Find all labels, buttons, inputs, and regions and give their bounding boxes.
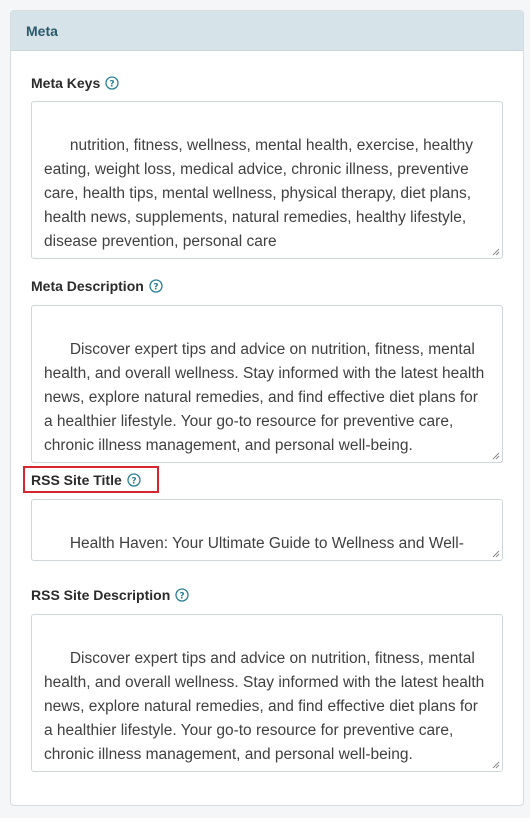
rss-site-description-value: Discover expert tips and advice on nutri…: [44, 650, 489, 763]
svg-text:?: ?: [180, 591, 185, 601]
meta-description-value: Discover expert tips and advice on nutri…: [44, 341, 489, 454]
rss-site-description-textarea[interactable]: Discover expert tips and advice on nutri…: [31, 614, 503, 772]
rss-site-description-label: RSS Site Description: [31, 587, 171, 603]
highlight-box: [23, 466, 159, 493]
question-circle-icon[interactable]: ?: [105, 76, 119, 90]
panel-header: Meta: [11, 11, 523, 51]
svg-text:?: ?: [153, 282, 158, 292]
meta-description-field: Meta Description ? Discover expert tips …: [31, 276, 503, 463]
svg-text:?: ?: [110, 79, 115, 89]
rss-site-description-field: RSS Site Description ? Discover expert t…: [31, 585, 503, 772]
meta-keys-label: Meta Keys: [31, 75, 101, 91]
panel-title: Meta: [26, 22, 58, 39]
rss-site-title-input[interactable]: Health Haven: Your Ultimate Guide to Wel…: [31, 499, 503, 561]
meta-keys-field: Meta Keys ? nutrition, fitness, wellness…: [31, 73, 503, 259]
rss-site-title-value: Health Haven: Your Ultimate Guide to Wel…: [44, 535, 464, 560]
meta-keys-textarea[interactable]: nutrition, fitness, wellness, mental hea…: [31, 101, 503, 259]
meta-panel: Meta Meta Keys ? nutrition, fitness, wel…: [10, 10, 524, 806]
resize-grip-icon[interactable]: [490, 759, 500, 769]
resize-grip-icon[interactable]: [490, 548, 500, 558]
resize-grip-icon[interactable]: [490, 450, 500, 460]
resize-grip-icon[interactable]: [490, 246, 500, 256]
question-circle-icon[interactable]: ?: [175, 588, 189, 602]
question-circle-icon[interactable]: ?: [149, 279, 163, 293]
meta-description-textarea[interactable]: Discover expert tips and advice on nutri…: [31, 305, 503, 463]
meta-description-label: Meta Description: [31, 278, 144, 294]
meta-keys-value: nutrition, fitness, wellness, mental hea…: [44, 137, 478, 250]
